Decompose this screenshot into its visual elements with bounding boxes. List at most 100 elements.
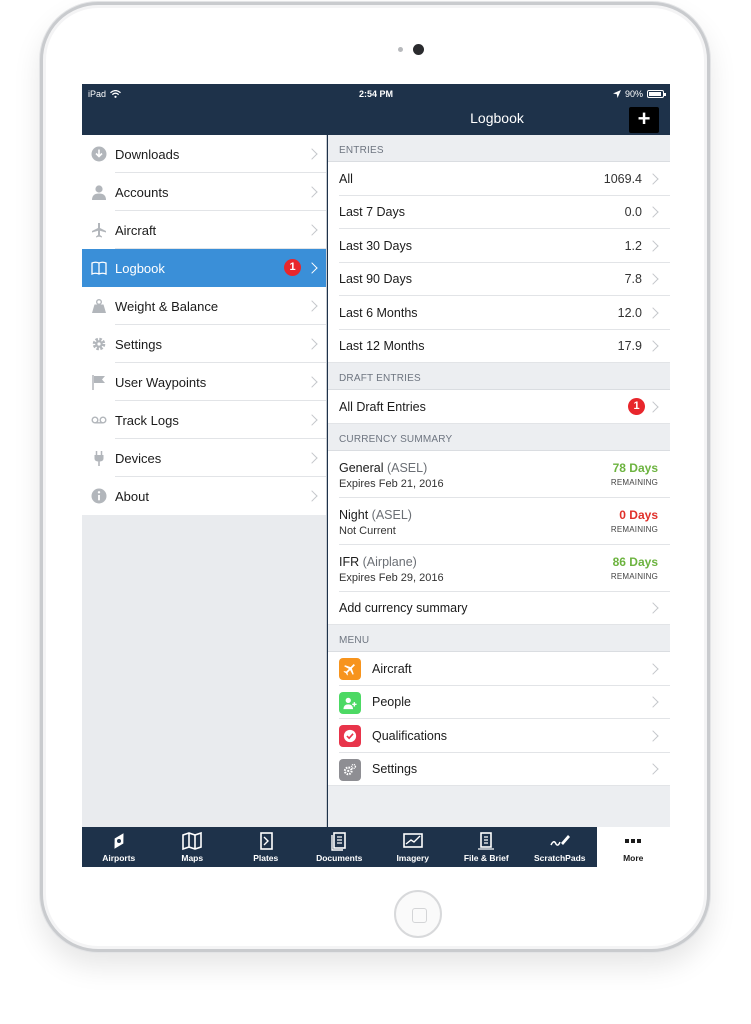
row-label: Settings [372,762,418,777]
sidebar-item-label: Accounts [115,184,169,200]
tab-more[interactable]: More [596,827,670,867]
chevron-right-icon [306,224,318,236]
tab-label: Airports [102,853,136,863]
weight-icon [92,299,106,313]
tab-imagery[interactable]: Imagery [376,827,450,867]
chevron-right-icon [647,763,659,775]
sidebar-item-label: Weight & Balance [115,298,219,314]
tab-label: File & Brief [463,853,509,863]
sidebar-item-label: Logbook [115,260,165,276]
notification-badge: 1 [284,259,301,276]
airplane-icon [92,223,106,238]
chevron-right-icon [306,490,318,502]
currency-row-general[interactable]: General (ASEL) Expires Feb 21, 2016 78 D… [328,450,670,498]
tab-documents[interactable]: Documents [303,827,377,867]
sidebar-item-user-waypoints[interactable]: User Waypoints [82,363,326,401]
entries-row-last-12-months[interactable]: Last 12 Months 17.9 [328,329,670,363]
tab-airports[interactable]: Airports [82,827,156,867]
row-value: 1069.4 [603,171,642,186]
sidebar-item-label: Track Logs [115,412,179,428]
section-header-currency-summary: CURRENCY SUMMARY [328,423,670,451]
chevron-right-icon [306,300,318,312]
add-entry-button[interactable]: + [629,107,659,133]
chevron-right-icon [647,401,659,413]
chevron-right-icon [647,602,659,614]
battery-icon [647,90,666,98]
menu-item-settings[interactable]: Settings [328,752,670,786]
draft-entries-row[interactable]: All Draft Entries 1 [328,390,670,424]
tab-label: ScratchPads [534,853,586,863]
sidebar-item-aircraft[interactable]: Aircraft [82,211,326,249]
menu-item-people[interactable]: People [328,685,670,719]
chevron-right-icon [306,376,318,388]
tab-scratchpads[interactable]: ScratchPads [523,827,597,867]
row-value: 7.8 [624,272,642,287]
page-title: Logbook [470,110,524,126]
currency-qualifier: (Airplane) [362,554,417,569]
person-icon [92,185,106,200]
currency-row-night[interactable]: Night (ASEL) Not Current 0 Days REMAININ… [328,497,670,545]
row-label: All Draft Entries [339,399,426,414]
sidebar-item-about[interactable]: About [82,477,326,515]
sidebar-item-label: Settings [115,336,162,352]
currency-days: 0 Days [619,507,658,522]
tab-plates[interactable]: Plates [229,827,303,867]
chevron-right-icon [306,414,318,426]
currency-row-ifr[interactable]: IFR (Airplane) Expires Feb 29, 2016 86 D… [328,544,670,592]
sidebar-item-weight-balance[interactable]: Weight & Balance [82,287,326,325]
entries-row-last-90-days[interactable]: Last 90 Days 7.8 [328,262,670,296]
home-button[interactable] [394,890,442,938]
row-label: Last 6 Months [339,305,418,320]
gear-icon [92,337,106,351]
chevron-right-icon [306,452,318,464]
row-label: Last 12 Months [339,339,425,354]
currency-qualifier: (ASEL) [386,460,428,475]
location-arrow-icon [612,90,621,98]
plug-icon [94,451,104,466]
currency-remaining-label: REMAINING [610,477,658,487]
currency-qualifier: (ASEL) [371,507,412,522]
tab-label: Imagery [396,853,430,863]
tab-label: More [623,853,644,863]
row-label: Add currency summary [339,601,468,616]
sidebar-item-logbook[interactable]: Logbook 1 [82,249,326,287]
row-label: Last 7 Days [339,205,406,220]
row-label: People [372,695,411,710]
gear-icon [339,758,361,781]
section-header-menu: MENU [328,625,670,652]
add-currency-summary-row[interactable]: Add currency summary [328,591,670,625]
entries-row-last-6-months[interactable]: Last 6 Months 12.0 [328,296,670,330]
tab-file-brief[interactable]: File & Brief [450,827,524,867]
sidebar-item-label: Downloads [115,146,180,162]
documents-icon [331,832,347,851]
chevron-right-icon [647,730,659,742]
menu-item-qualifications[interactable]: Qualifications [328,719,670,753]
tab-maps[interactable]: Maps [156,827,230,867]
sidebar-item-accounts[interactable]: Accounts [82,173,326,211]
status-bar: iPad 2:54 PM 90% [82,84,670,104]
sidebar-item-settings[interactable]: Settings [82,325,326,363]
sidebar-item-track-logs[interactable]: Track Logs [82,401,326,439]
carrier-label: iPad [88,89,107,99]
map-icon [182,831,203,851]
chevron-right-icon [306,338,318,350]
sidebar-item-devices[interactable]: Devices [82,439,326,477]
airplane-icon [339,658,361,680]
row-value: 0.0 [624,205,642,220]
chevron-right-icon [647,340,659,352]
chevron-right-icon [647,307,659,319]
currency-name: IFR [339,554,360,569]
entries-row-last-7-days[interactable]: Last 7 Days 0.0 [328,195,670,229]
entries-row-all[interactable]: All 1069.4 [328,162,670,196]
row-label: Last 90 Days [339,272,412,287]
plates-icon [259,832,273,850]
currency-name: General [339,460,384,475]
chevron-right-icon [647,273,659,285]
entries-row-last-30-days[interactable]: Last 30 Days 1.2 [328,229,670,263]
sidebar-item-downloads[interactable]: Downloads [82,135,326,173]
menu-item-aircraft[interactable]: Aircraft [328,652,670,686]
row-label: Aircraft [372,661,412,676]
battery-percent: 90% [624,89,643,99]
tracklog-icon [91,416,107,424]
row-value: 17.9 [617,339,642,354]
